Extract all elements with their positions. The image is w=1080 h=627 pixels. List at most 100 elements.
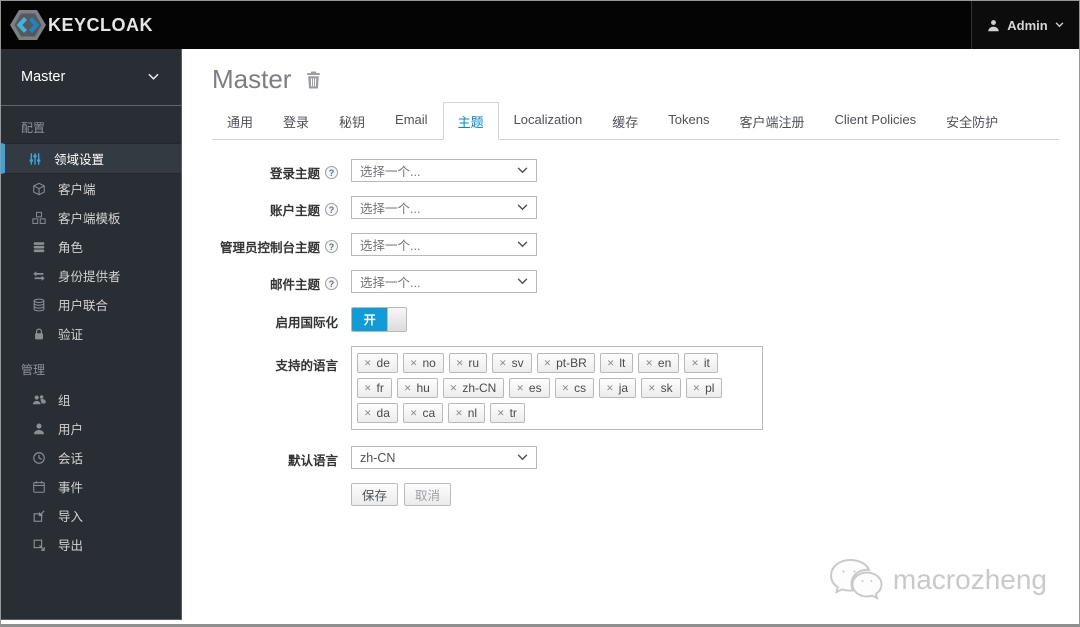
locale-tag[interactable]: ✕ da: [357, 403, 398, 423]
sidebar-item-users[interactable]: 用户: [1, 414, 181, 443]
remove-icon[interactable]: ✕: [562, 383, 570, 393]
locale-tag[interactable]: ✕ zh-CN: [442, 378, 505, 398]
i18n-toggle[interactable]: 开: [351, 307, 407, 332]
sidebar-item-export[interactable]: 导出: [1, 530, 181, 559]
delete-realm-trash-icon[interactable]: [305, 71, 322, 89]
remove-icon[interactable]: ✕: [455, 408, 463, 418]
sidebar-item-import[interactable]: 导入: [1, 501, 181, 530]
locale-tag[interactable]: ✕ it: [684, 353, 718, 373]
default-locale-label: 默认语言: [287, 454, 338, 468]
sidebar-item-sessions[interactable]: 会话: [1, 443, 181, 472]
sidebar-item-groups[interactable]: 组: [1, 385, 181, 414]
locale-tag[interactable]: ✕ ja: [599, 378, 637, 398]
locale-tag[interactable]: ✕ sv: [492, 353, 532, 373]
sidebar-item-identity-providers[interactable]: 身份提供者: [1, 261, 181, 290]
locale-tag[interactable]: ✕ en: [638, 353, 680, 373]
help-icon[interactable]: ?: [325, 277, 338, 290]
remove-icon[interactable]: ✕: [607, 358, 615, 368]
sidebar-item-events[interactable]: 事件: [1, 472, 181, 501]
locale-tag[interactable]: ✕ lt: [599, 353, 634, 373]
sidebar-item-roles[interactable]: 角色: [1, 232, 181, 261]
sidebar-item-label: 客户端模板: [58, 212, 121, 226]
clock-icon: [31, 451, 47, 465]
remove-icon[interactable]: ✕: [693, 383, 701, 393]
remove-icon[interactable]: ✕: [410, 408, 418, 418]
remove-icon[interactable]: ✕: [450, 383, 458, 393]
remove-icon[interactable]: ✕: [691, 358, 699, 368]
admin-user-menu[interactable]: Admin: [971, 1, 1079, 49]
sidebar-item-authentication[interactable]: 验证: [1, 319, 181, 348]
remove-icon[interactable]: ✕: [516, 383, 524, 393]
remove-icon[interactable]: ✕: [645, 358, 653, 368]
locale-tag[interactable]: ✕ de: [357, 353, 398, 373]
remove-icon[interactable]: ✕: [648, 383, 656, 393]
save-button[interactable]: 保存: [351, 483, 399, 506]
locale-tag[interactable]: ✕ fr: [357, 378, 392, 398]
remove-icon[interactable]: ✕: [404, 383, 412, 393]
themes-form: 登录主题 ? 选择一个... 账户主题 ? 选择一个... 管理员控制台主题 ?…: [212, 159, 1059, 506]
locale-tag[interactable]: ✕ ru: [448, 353, 488, 373]
realm-selector[interactable]: Master: [1, 49, 181, 106]
admin-console-theme-select[interactable]: 选择一个...: [351, 233, 537, 256]
tab-client-policies[interactable]: Client Policies: [819, 102, 931, 140]
tab-security-defenses[interactable]: 安全防护: [931, 102, 1013, 140]
tab-tokens[interactable]: Tokens: [653, 102, 724, 140]
sliders-icon: [27, 152, 43, 166]
cancel-button[interactable]: 取消: [404, 483, 452, 506]
locale-tag[interactable]: ✕ sk: [641, 378, 681, 398]
account-theme-select[interactable]: 选择一个...: [351, 196, 537, 219]
sidebar-item-client-templates[interactable]: 客户端模板: [1, 203, 181, 232]
tab-login[interactable]: 登录: [268, 102, 324, 140]
sidebar-item-label: 导入: [58, 510, 84, 524]
tab-localization[interactable]: Localization: [499, 102, 598, 140]
locale-tag[interactable]: ✕ hu: [396, 378, 438, 398]
locale-tag[interactable]: ✕ tr: [490, 403, 525, 423]
remove-icon[interactable]: ✕: [364, 358, 372, 368]
remove-icon[interactable]: ✕: [544, 358, 552, 368]
sidebar-item-clients[interactable]: 客户端: [1, 174, 181, 203]
user-icon: [31, 422, 47, 436]
cubes-icon: [31, 211, 47, 225]
remove-icon[interactable]: ✕: [497, 408, 505, 418]
locale-tag[interactable]: ✕ pt-BR: [536, 353, 595, 373]
chevron-down-icon: [517, 454, 528, 461]
supported-locales-input[interactable]: ✕ de ✕ no ✕ ru ✕ sv ✕ pt-BR ✕ lt ✕ en ✕ it ✕ fr ✕…: [351, 346, 763, 430]
sidebar-item-realm-settings[interactable]: 领域设置: [1, 143, 181, 174]
toggle-handle[interactable]: [387, 308, 406, 331]
locale-tag[interactable]: ✕ no: [402, 353, 444, 373]
tab-general[interactable]: 通用: [212, 102, 268, 140]
remove-icon[interactable]: ✕: [364, 383, 372, 393]
lock-icon: [31, 327, 47, 341]
tab-client-registration[interactable]: 客户端注册: [724, 102, 819, 140]
tab-themes[interactable]: 主题: [442, 102, 499, 140]
tab-keys[interactable]: 秘钥: [324, 102, 380, 140]
remove-icon[interactable]: ✕: [410, 358, 418, 368]
locale-tag[interactable]: ✕ ca: [402, 403, 444, 423]
remove-icon[interactable]: ✕: [606, 383, 614, 393]
topbar: KEYCLOAK Admin: [1, 1, 1079, 49]
locale-tag[interactable]: ✕ pl: [685, 378, 723, 398]
remove-icon[interactable]: ✕: [499, 358, 507, 368]
wechat-icon: [827, 556, 885, 604]
help-icon[interactable]: ?: [325, 203, 338, 216]
sidebar-item-label: 角色: [58, 241, 84, 255]
locale-tag[interactable]: ✕ es: [509, 378, 550, 398]
default-locale-select[interactable]: zh-CN: [351, 446, 537, 469]
help-icon[interactable]: ?: [325, 240, 338, 253]
import-icon: [31, 509, 47, 523]
locale-tag[interactable]: ✕ cs: [554, 378, 595, 398]
remove-icon[interactable]: ✕: [456, 358, 464, 368]
user-icon: [987, 19, 1000, 32]
sidebar-item-label: 组: [58, 394, 71, 408]
login-theme-select[interactable]: 选择一个...: [351, 159, 537, 182]
tab-cache[interactable]: 缓存: [597, 102, 653, 140]
chevron-down-icon: [1055, 22, 1064, 28]
tab-email[interactable]: Email: [380, 102, 443, 140]
chevron-down-icon: [517, 204, 528, 211]
locale-tag[interactable]: ✕ nl: [448, 403, 486, 423]
remove-icon[interactable]: ✕: [364, 408, 372, 418]
email-theme-select[interactable]: 选择一个...: [351, 270, 537, 293]
sidebar-item-user-federation[interactable]: 用户联合: [1, 290, 181, 319]
group-icon: [31, 393, 47, 407]
help-icon[interactable]: ?: [325, 166, 338, 179]
